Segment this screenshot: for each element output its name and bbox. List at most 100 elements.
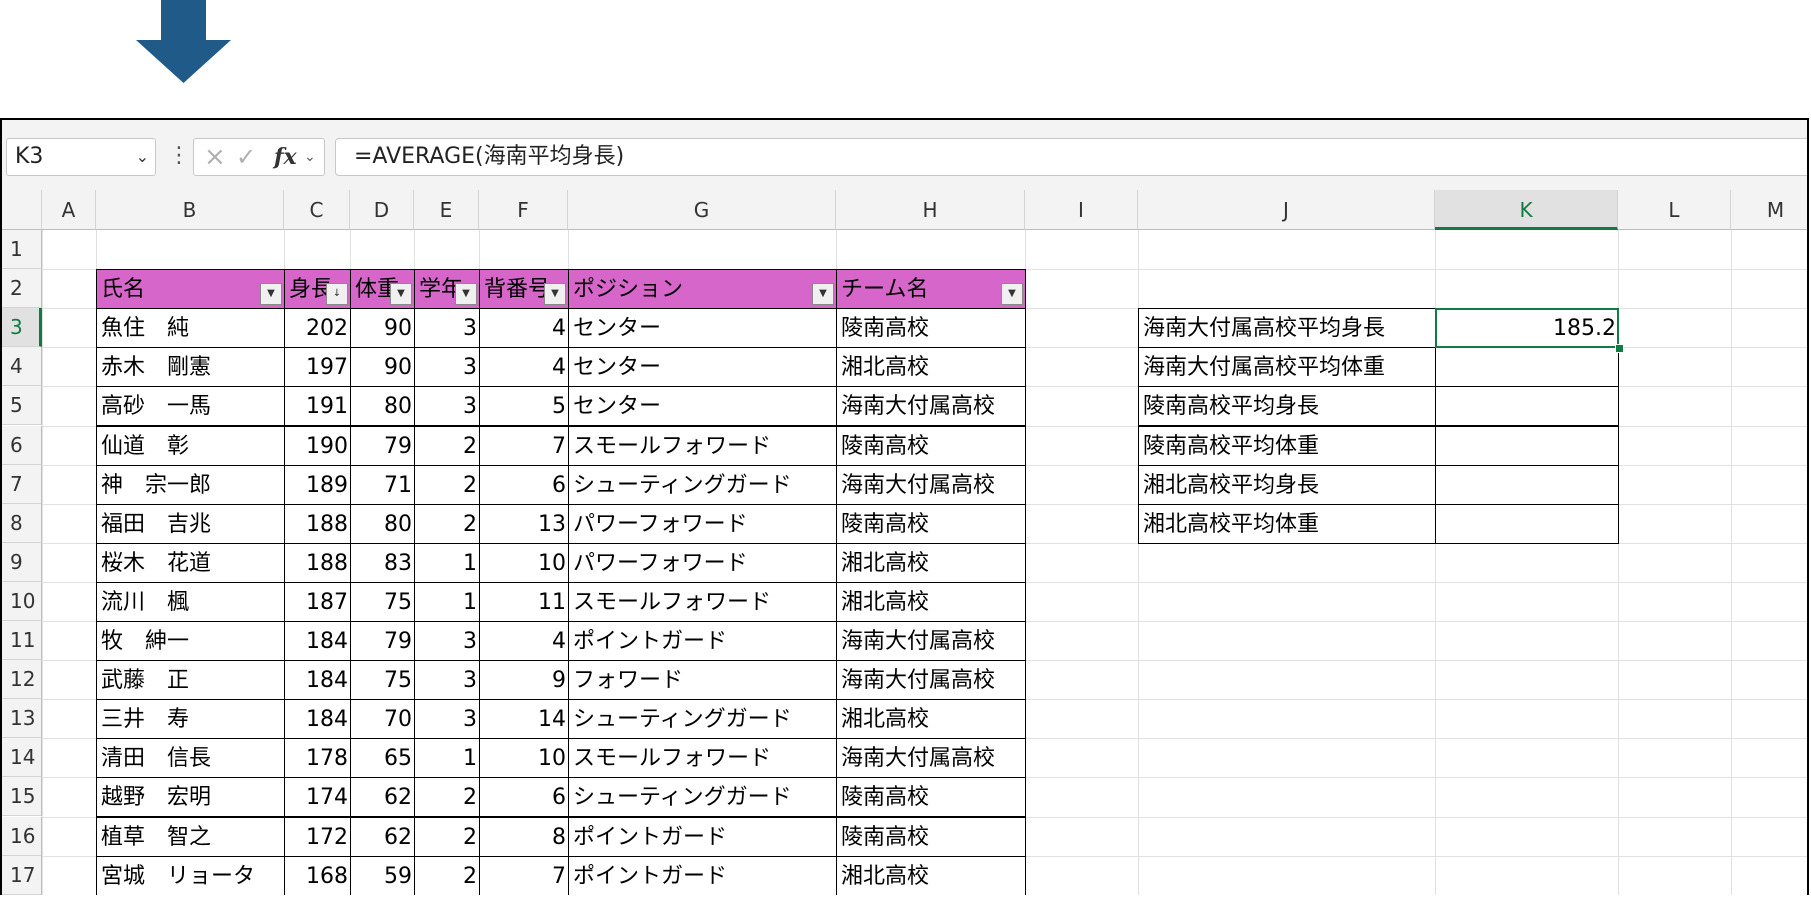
row-header-15[interactable]: 15 [2, 777, 42, 817]
table-cell[interactable]: 184 [284, 621, 351, 662]
summary-value[interactable] [1435, 347, 1619, 388]
table-cell[interactable]: 植草 智之 [96, 816, 285, 857]
table-cell[interactable]: 59 [350, 855, 415, 895]
row-header-9[interactable]: 9 [2, 542, 42, 582]
table-cell[interactable]: 4 [479, 308, 569, 349]
row-header-4[interactable]: 4 [2, 347, 42, 387]
row-header-14[interactable]: 14 [2, 738, 42, 778]
table-cell[interactable]: 188 [284, 542, 351, 583]
table-cell[interactable]: 魚住 純 [96, 308, 285, 349]
insert-function-icon[interactable]: fx [274, 139, 297, 175]
table-cell[interactable]: 14 [479, 699, 569, 740]
table-cell[interactable]: 11 [479, 581, 569, 622]
table-cell[interactable]: 9 [479, 660, 569, 701]
table-cell[interactable]: 187 [284, 581, 351, 622]
table-cell[interactable]: パワーフォワード [568, 503, 837, 544]
filter-dropdown-icon[interactable]: ▼ [455, 283, 477, 306]
row-header-13[interactable]: 13 [2, 699, 42, 739]
fill-handle[interactable] [1615, 344, 1624, 354]
table-cell[interactable]: 83 [350, 542, 415, 583]
summary-value[interactable] [1435, 386, 1619, 427]
table-cell[interactable]: 202 [284, 308, 351, 349]
summary-label[interactable]: 湘北高校平均体重 [1138, 503, 1436, 544]
chevron-down-icon[interactable]: ⌄ [136, 139, 149, 175]
table-cell[interactable]: 7 [479, 855, 569, 895]
table-cell[interactable]: 10 [479, 738, 569, 779]
table-cell[interactable]: センター [568, 347, 837, 388]
summary-label[interactable]: 海南大付属高校平均身長 [1138, 308, 1436, 349]
table-cell[interactable]: 62 [350, 816, 415, 857]
column-header-f[interactable]: F [479, 190, 568, 230]
table-cell[interactable]: 3 [414, 621, 480, 662]
table-cell[interactable]: 湘北高校 [836, 855, 1026, 895]
table-cell[interactable]: シューティングガード [568, 777, 837, 818]
table-cell[interactable]: 海南大付属高校 [836, 464, 1026, 505]
summary-value[interactable] [1435, 503, 1619, 544]
enter-icon[interactable]: ✓ [236, 139, 256, 175]
table-cell[interactable]: 三井 寿 [96, 699, 285, 740]
table-cell[interactable]: 湘北高校 [836, 581, 1026, 622]
table-cell[interactable]: 宮城 リョータ [96, 855, 285, 895]
table-cell[interactable]: 流川 楓 [96, 581, 285, 622]
table-cell[interactable]: 陵南高校 [836, 777, 1026, 818]
table-cell[interactable]: ポイントガード [568, 816, 837, 857]
table-cell[interactable]: 清田 信長 [96, 738, 285, 779]
table-cell[interactable]: 191 [284, 386, 351, 427]
table-cell[interactable]: 80 [350, 503, 415, 544]
column-header-c[interactable]: C [284, 190, 350, 230]
table-cell[interactable]: 武藤 正 [96, 660, 285, 701]
filter-dropdown-icon[interactable]: ▼ [1001, 283, 1023, 306]
table-cell[interactable]: フォワード [568, 660, 837, 701]
table-cell[interactable]: 桜木 花道 [96, 542, 285, 583]
filter-dropdown-icon[interactable]: ▼ [812, 283, 834, 306]
table-cell[interactable]: 2 [414, 464, 480, 505]
summary-label[interactable]: 陵南高校平均体重 [1138, 425, 1436, 466]
table-cell[interactable]: 神 宗一郎 [96, 464, 285, 505]
formula-input[interactable]: =AVERAGE(海南平均身長) [335, 138, 1807, 176]
table-cell[interactable]: シューティングガード [568, 464, 837, 505]
table-cell[interactable]: 海南大付属高校 [836, 386, 1026, 427]
table-cell[interactable]: 75 [350, 660, 415, 701]
table-cell[interactable]: 湘北高校 [836, 542, 1026, 583]
select-all-corner[interactable] [2, 190, 42, 230]
table-cell[interactable]: 7 [479, 425, 569, 466]
filter-dropdown-icon[interactable]: ▼ [544, 283, 566, 306]
table-cell[interactable]: 2 [414, 816, 480, 857]
table-cell[interactable]: 4 [479, 621, 569, 662]
table-cell[interactable]: 高砂 一馬 [96, 386, 285, 427]
table-cell[interactable]: 90 [350, 308, 415, 349]
table-cell[interactable]: 62 [350, 777, 415, 818]
table-cell[interactable]: 3 [414, 699, 480, 740]
table-cell[interactable]: 2 [414, 777, 480, 818]
table-cell[interactable]: 陵南高校 [836, 308, 1026, 349]
row-header-17[interactable]: 17 [2, 855, 42, 895]
table-cell[interactable]: 2 [414, 503, 480, 544]
table-cell[interactable]: 3 [414, 347, 480, 388]
row-header-2[interactable]: 2 [2, 269, 42, 309]
table-cell[interactable]: 184 [284, 699, 351, 740]
table-cell[interactable]: センター [568, 386, 837, 427]
table-cell[interactable]: 174 [284, 777, 351, 818]
table-cell[interactable]: 70 [350, 699, 415, 740]
table-cell[interactable]: 6 [479, 464, 569, 505]
table-cell[interactable]: ポイントガード [568, 855, 837, 895]
table-cell[interactable]: 2 [414, 425, 480, 466]
row-header-8[interactable]: 8 [2, 503, 42, 543]
column-header-d[interactable]: D [350, 190, 414, 230]
row-header-10[interactable]: 10 [2, 581, 42, 621]
table-cell[interactable]: 71 [350, 464, 415, 505]
table-cell[interactable]: 190 [284, 425, 351, 466]
table-cell[interactable]: スモールフォワード [568, 581, 837, 622]
table-cell[interactable]: 80 [350, 386, 415, 427]
table-cell[interactable]: 湘北高校 [836, 699, 1026, 740]
table-header-3[interactable]: 学年 ▼ [414, 269, 480, 310]
table-cell[interactable]: 湘北高校 [836, 347, 1026, 388]
table-cell[interactable]: スモールフォワード [568, 738, 837, 779]
column-header-a[interactable]: A [42, 190, 96, 230]
table-cell[interactable]: 3 [414, 308, 480, 349]
table-cell[interactable]: 1 [414, 542, 480, 583]
row-header-1[interactable]: 1 [2, 230, 42, 270]
column-header-l[interactable]: L [1618, 190, 1731, 230]
summary-label[interactable]: 湘北高校平均身長 [1138, 464, 1436, 505]
column-header-j[interactable]: J [1138, 190, 1435, 230]
